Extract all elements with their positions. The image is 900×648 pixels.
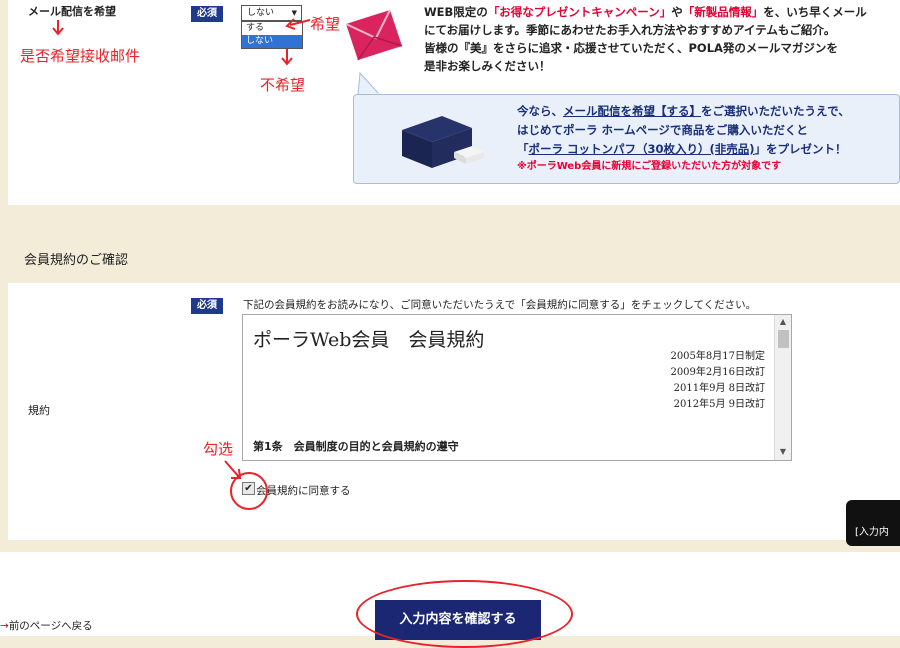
scroll-thumb[interactable]: [778, 330, 789, 348]
terms-article-1: 第1条 会員制度の目的と会員規約の遵守: [253, 440, 459, 453]
annotation-button-ellipse: [356, 580, 573, 648]
annotation-want: 希望: [310, 15, 341, 33]
annotation-arrow-down-small-icon: [281, 49, 293, 66]
scroll-up-arrow-icon[interactable]: ▲: [778, 317, 788, 327]
option-shinai[interactable]: しない: [242, 35, 302, 48]
envelope-icon: [345, 9, 403, 61]
mail-delivery-label: メール配信を希望: [28, 5, 116, 18]
mail-required-badge: 必須: [191, 6, 223, 22]
annotation-whether-receive: 是否希望接收邮件: [20, 47, 141, 65]
terms-row-label: 規約: [28, 404, 50, 417]
promo-bubble-tail: [357, 72, 382, 96]
select-current-value: しない: [247, 8, 275, 18]
terms-required-badge: 必須: [191, 298, 223, 314]
scroll-down-arrow-icon[interactable]: ▼: [778, 447, 788, 457]
terms-doc-title: ポーラWeb会員 会員規約: [253, 329, 485, 351]
annotation-arrow-left-icon: [285, 18, 311, 30]
terms-scroll-box[interactable]: ポーラWeb会員 会員規約 2005年8月17日制定 2009年2月16日改訂 …: [242, 314, 792, 461]
cotton-puff-product-image: [402, 116, 484, 168]
terms-dates: 2005年8月17日制定 2009年2月16日改訂 2011年9月 8日改訂 2…: [670, 351, 765, 410]
terms-section-title: 会員規約のご確認: [24, 253, 129, 268]
arrow-right-icon: →: [0, 620, 9, 632]
terms-instruction: 下記の会員規約をお読みになり、ご同意いただいたうえで「会員規約に同意する」をチェ…: [243, 299, 757, 311]
annotation-not-want: 不希望: [260, 76, 306, 94]
promo-text: 今なら、メール配信を希望【する】をご選択いただいたうえで、 はじめてポーラ ホー…: [517, 104, 850, 172]
annotation-arrow-down-icon: [52, 20, 64, 36]
mail-description: WEB限定の「お得なプレゼントキャンペーン」や「新製品情報」を、いち早くメール …: [424, 5, 867, 73]
annotation-check: 勾选: [203, 440, 234, 458]
back-link[interactable]: →前のページへ戻る: [0, 618, 93, 633]
agree-label[interactable]: 会員規約に同意する: [256, 483, 351, 498]
terms-scrollbar[interactable]: ▲ ▼: [774, 315, 791, 460]
side-input-tab[interactable]: [入力内: [846, 500, 900, 546]
annotation-check-circle: [230, 472, 268, 510]
